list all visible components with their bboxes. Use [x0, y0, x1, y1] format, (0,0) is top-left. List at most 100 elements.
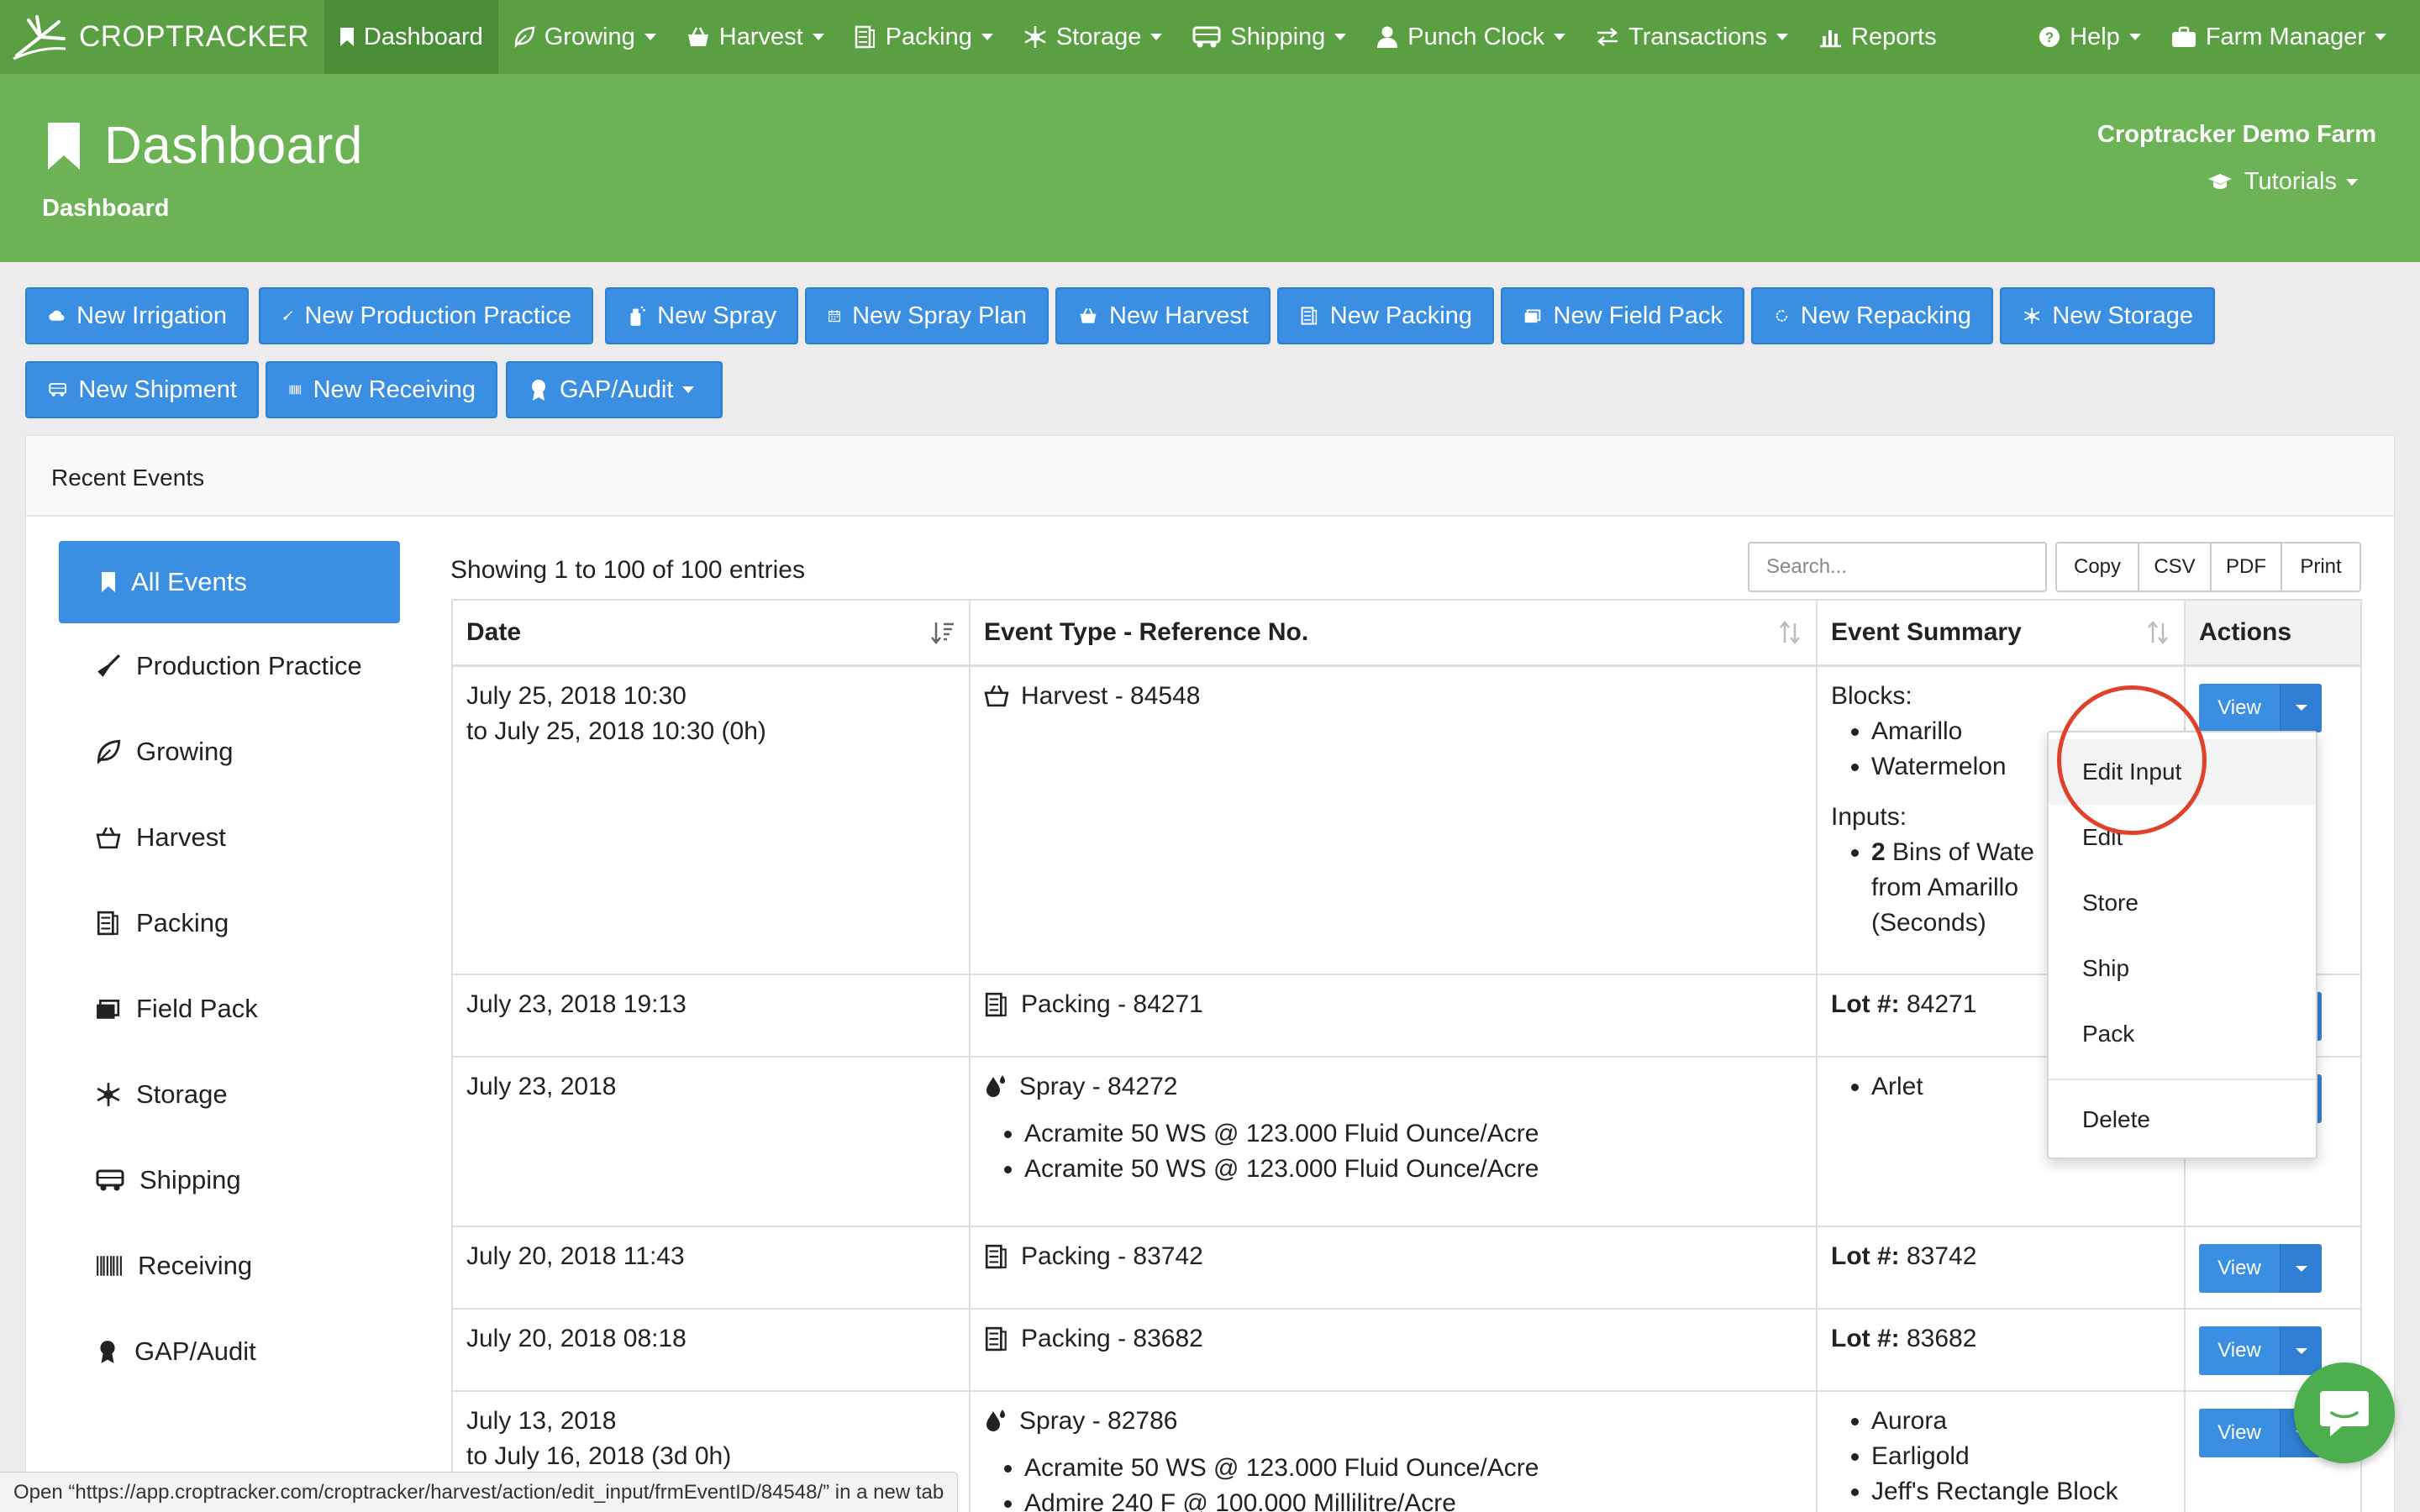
nav-label: Reports	[1851, 23, 1937, 50]
date-end: to July 16, 2018 (3d 0h)	[466, 1442, 732, 1470]
list-item: Earligold	[1871, 1439, 2170, 1474]
filter-growing[interactable]: Growing	[96, 731, 233, 773]
view-button[interactable]: View	[2199, 683, 2280, 732]
filter-gap-audit[interactable]: GAP/Audit	[96, 1331, 256, 1373]
nav-packing[interactable]: Packing	[839, 0, 1008, 74]
event-type-cell: Packing - 83682	[969, 1308, 1818, 1392]
menu-item-delete[interactable]: Delete	[2049, 1087, 2316, 1152]
new-production-practice-button[interactable]: New Production Practice	[259, 287, 593, 344]
basket-icon	[1080, 307, 1097, 323]
link-status-bar: Open “https://app.croptracker.com/croptr…	[0, 1472, 959, 1512]
list-item: Aurora	[1871, 1404, 2170, 1439]
new-repacking-button[interactable]: New Repacking	[1751, 287, 1993, 344]
boxes-icon	[985, 1326, 1007, 1352]
boxes-icon	[855, 25, 875, 49]
filter-production-practice[interactable]: Production Practice	[96, 645, 362, 687]
chat-widget-button[interactable]	[2294, 1362, 2395, 1463]
menu-item-ship[interactable]: Ship	[2049, 936, 2316, 1001]
nav-harvest[interactable]: Harvest	[671, 0, 839, 74]
sort-desc-icon	[931, 622, 954, 644]
copy-button[interactable]: Copy	[2055, 542, 2139, 592]
barcode-icon	[289, 385, 302, 395]
event-type-label[interactable]: Spray - 82786	[1019, 1404, 1177, 1439]
nav-dashboard[interactable]: Dashboard	[324, 0, 498, 74]
new-harvest-button[interactable]: New Harvest	[1055, 287, 1270, 344]
nav-label: Growing	[544, 23, 635, 50]
search-input[interactable]	[1748, 542, 2047, 592]
filter-all-events[interactable]: All Events	[59, 541, 400, 623]
filter-shipping[interactable]: Shipping	[96, 1159, 241, 1201]
brand-logo[interactable]: CROPTRACKER	[0, 0, 324, 74]
summary-cell: Lot #: 83682	[1816, 1308, 2186, 1392]
date-end: to July 25, 2018 10:30 (0h)	[466, 717, 766, 745]
shovel-icon	[282, 311, 293, 321]
filter-field-pack[interactable]: Field Pack	[96, 988, 258, 1030]
event-type-label[interactable]: Harvest - 84548	[1021, 679, 1200, 714]
new-spray-plan-button[interactable]: New Spray Plan	[805, 287, 1049, 344]
nav-account[interactable]: Farm Manager	[2156, 0, 2420, 74]
gap-audit-dropdown-button[interactable]: GAP/Audit	[506, 361, 723, 418]
view-button[interactable]: View	[2199, 1244, 2280, 1293]
nav-growing[interactable]: Growing	[498, 0, 671, 74]
filter-packing[interactable]: Packing	[96, 902, 229, 944]
csv-button[interactable]: CSV	[2138, 542, 2212, 592]
view-button[interactable]: View	[2199, 1326, 2280, 1375]
button-label: New Field Pack	[1553, 302, 1723, 329]
filter-harvest[interactable]: Harvest	[96, 816, 226, 858]
new-storage-button[interactable]: New Storage	[2000, 287, 2215, 344]
tutorials-menu[interactable]: Tutorials	[2207, 168, 2358, 196]
filter-receiving[interactable]: Receiving	[96, 1245, 252, 1287]
event-type-label[interactable]: Packing - 84271	[1021, 987, 1203, 1022]
nav-reports[interactable]: Reports	[1803, 0, 1952, 74]
date-start: July 23, 2018	[466, 1073, 617, 1100]
column-header-event-type[interactable]: Event Type - Reference No.	[969, 599, 1818, 667]
date-cell: July 23, 2018	[451, 1056, 971, 1227]
view-button[interactable]: View	[2199, 1409, 2280, 1457]
menu-item-pack[interactable]: Pack	[2049, 1001, 2316, 1067]
new-spray-button[interactable]: New Spray	[605, 287, 798, 344]
new-receiving-button[interactable]: New Receiving	[266, 361, 497, 418]
lot-number: 83742	[1899, 1242, 1977, 1270]
column-header-date[interactable]: Date	[451, 599, 971, 667]
pdf-button[interactable]: PDF	[2210, 542, 2282, 592]
nav-label: Packing	[885, 23, 972, 50]
menu-item-store[interactable]: Store	[2049, 870, 2316, 936]
chevron-down-icon	[1334, 34, 1347, 40]
event-type-label[interactable]: Spray - 84272	[1019, 1069, 1177, 1105]
button-label: New Harvest	[1109, 302, 1249, 329]
view-dropdown-toggle[interactable]	[2280, 683, 2322, 732]
view-dropdown-toggle[interactable]	[2280, 1244, 2322, 1293]
column-header-event-summary[interactable]: Event Summary	[1816, 599, 2186, 667]
nav-transactions[interactable]: Transactions	[1581, 0, 1803, 74]
exchange-icon	[1597, 28, 1618, 46]
event-type-label[interactable]: Packing - 83682	[1021, 1321, 1203, 1357]
chevron-down-icon	[981, 34, 993, 40]
button-label: New Repacking	[1800, 302, 1971, 329]
boxes-icon	[985, 992, 1007, 1017]
event-type-label[interactable]: Packing - 83742	[1021, 1239, 1203, 1274]
breadcrumb[interactable]: Dashboard	[42, 195, 169, 223]
print-button[interactable]: Print	[2281, 542, 2361, 592]
lot-number: 83682	[1899, 1325, 1977, 1352]
new-shipment-button[interactable]: New Shipment	[25, 361, 259, 418]
nav-shipping[interactable]: Shipping	[1177, 0, 1361, 74]
button-label: New Irrigation	[76, 302, 227, 329]
date-cell: July 20, 2018 11:43	[451, 1226, 971, 1310]
new-irrigation-button[interactable]: New Irrigation	[25, 287, 249, 344]
new-packing-button[interactable]: New Packing	[1277, 287, 1494, 344]
chevron-down-icon	[2346, 178, 2358, 186]
view-dropdown-toggle[interactable]	[2280, 1326, 2322, 1375]
nav-punch-clock[interactable]: Punch Clock	[1361, 0, 1581, 74]
new-field-pack-button[interactable]: New Field Pack	[1501, 287, 1744, 344]
list-item: Acramite 50 WS @ 123.000 Fluid Ounce/Acr…	[1024, 1451, 1802, 1486]
nav-label: Shipping	[1230, 23, 1326, 50]
view-button-group: View	[2199, 1326, 2322, 1375]
date-start: July 20, 2018 08:18	[466, 1325, 687, 1352]
nav-storage[interactable]: Storage	[1008, 0, 1178, 74]
list-item: Jeff's Rectangle Block	[1871, 1474, 2170, 1509]
top-navbar: CROPTRACKER Dashboard Growing Harvest Pa…	[0, 0, 2420, 74]
filter-storage[interactable]: Storage	[96, 1074, 228, 1116]
panel-heading: Recent Events	[26, 436, 2394, 517]
nav-help[interactable]: ? Help	[2023, 0, 2156, 74]
help-circle-icon: ?	[2039, 27, 2060, 47]
